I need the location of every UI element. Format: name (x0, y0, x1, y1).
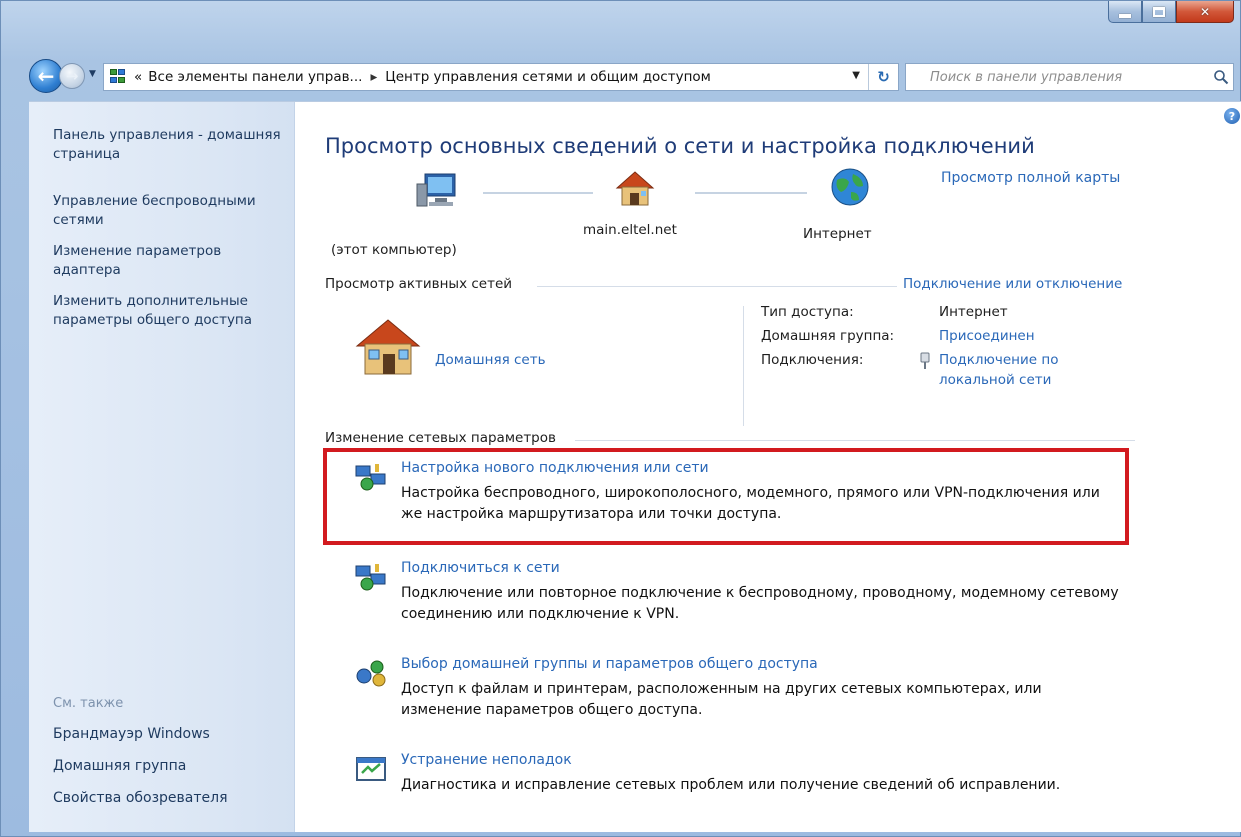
internet-map-label: Интернет (803, 226, 872, 242)
access-type-value: Интернет (939, 304, 1008, 320)
local-connection-link-line1[interactable]: Подключение по (939, 352, 1058, 368)
task-title[interactable]: Выбор домашней группы и параметров общег… (401, 656, 818, 672)
homegroup-label: Домашняя группа: (761, 328, 895, 344)
title-bar: ✕ (1, 1, 1240, 49)
section-divider (537, 286, 897, 287)
homegroup-status-link[interactable]: Присоединен (939, 328, 1035, 344)
homegroup-icon (356, 660, 386, 687)
troubleshoot-icon (356, 757, 386, 781)
content-area: Панель управления - домашняя страница Уп… (29, 101, 1241, 832)
task-title[interactable]: Настройка нового подключения или сети (401, 460, 709, 476)
control-panel-window: ✕ ← → ▼ « Все элементы панели управ... ▸… (0, 0, 1241, 837)
close-icon: ✕ (1199, 4, 1211, 19)
task-title[interactable]: Устранение неполадок (401, 752, 572, 768)
active-networks-heading: Просмотр активных сетей (325, 276, 513, 292)
close-button[interactable]: ✕ (1176, 1, 1234, 23)
full-map-link[interactable]: Просмотр полной карты (941, 170, 1120, 186)
sidebar-link-home[interactable]: Панель управления - домашняя страница (53, 126, 285, 164)
main-pane: Просмотр основных сведений о сети и наст… (323, 102, 1215, 832)
connect-network-icon (355, 564, 386, 591)
sidebar-link-wireless[interactable]: Управление беспроводными сетями (53, 192, 285, 230)
see-also-heading: См. также (53, 696, 124, 711)
left-navigation-pane: Панель управления - домашняя страница Уп… (29, 102, 295, 832)
ethernet-connection-icon (920, 352, 930, 369)
address-dropdown-icon[interactable]: ▼ (852, 70, 860, 81)
local-connection-link-line2[interactable]: локальной сети (939, 372, 1051, 388)
task-title[interactable]: Подключиться к сети (401, 560, 560, 576)
home-network-large-icon (355, 319, 421, 375)
forward-arrow-icon: → (65, 67, 79, 85)
page-title: Просмотр основных сведений о сети и наст… (325, 134, 1035, 158)
home-network-icon[interactable] (613, 166, 657, 210)
home-network-link[interactable]: Домашняя сеть (435, 352, 546, 368)
sidebar-link-sharing[interactable]: Изменить дополнительные параметры общего… (53, 292, 285, 330)
section-divider (575, 440, 1135, 441)
computer-icon[interactable] (415, 170, 459, 210)
address-bar[interactable]: « Все элементы панели управ... ▸ Центр у… (103, 63, 899, 91)
sidebar-link-homegroup[interactable]: Домашняя группа (53, 758, 186, 774)
minimize-button[interactable] (1108, 1, 1142, 23)
breadcrumb-all-items[interactable]: Все элементы панели управ... (148, 69, 362, 85)
sidebar-link-adapter[interactable]: Изменение параметров адаптера (53, 242, 285, 280)
access-type-label: Тип доступа: (761, 304, 854, 320)
column-divider (743, 306, 744, 426)
task-description: Доступ к файлам и принтерам, расположенн… (401, 681, 1042, 718)
control-panel-icon (110, 69, 126, 85)
network-setup-icon (355, 464, 386, 491)
search-icon[interactable] (1213, 69, 1229, 85)
task-description: Подключение или повторное подключение к … (401, 585, 1119, 622)
minimize-icon (1119, 13, 1131, 18)
search-input[interactable] (930, 69, 1200, 85)
forward-button[interactable]: → (59, 63, 85, 89)
computer-map-label: (этот компьютер) (331, 242, 457, 258)
connections-label: Подключения: (761, 352, 864, 368)
back-arrow-icon: ← (37, 64, 55, 88)
recent-pages-dropdown[interactable]: ▼ (89, 69, 96, 79)
search-box[interactable] (905, 63, 1234, 91)
connect-disconnect-link[interactable]: Подключение или отключение (903, 276, 1122, 292)
breadcrumb-separator-icon[interactable]: ▸ (370, 69, 377, 85)
task-description: Диагностика и исправление сетевых пробле… (401, 777, 1061, 793)
caption-buttons: ✕ (1108, 1, 1234, 23)
breadcrumb-network-center[interactable]: Центр управления сетями и общим доступом (385, 69, 711, 85)
map-connector-line (483, 192, 593, 194)
breadcrumb-overflow[interactable]: « (134, 69, 142, 85)
network-map-label: main.eltel.net (583, 222, 677, 238)
maximize-button[interactable] (1142, 1, 1176, 23)
internet-globe-icon[interactable] (829, 166, 871, 208)
sidebar-link-firewall[interactable]: Брандмауэр Windows (53, 726, 210, 742)
refresh-button[interactable]: ↻ (868, 64, 898, 90)
sidebar-link-internet-options[interactable]: Свойства обозревателя (53, 790, 228, 806)
help-icon[interactable]: ? (1224, 108, 1240, 124)
maximize-icon (1153, 6, 1165, 17)
map-connector-line (695, 192, 807, 194)
task-description: Настройка беспроводного, широкополосного… (401, 485, 1100, 522)
change-settings-heading: Изменение сетевых параметров (325, 430, 556, 446)
navigation-bar: ← → ▼ « Все элементы панели управ... ▸ Ц… (29, 57, 1234, 97)
back-button[interactable]: ← (29, 59, 63, 93)
